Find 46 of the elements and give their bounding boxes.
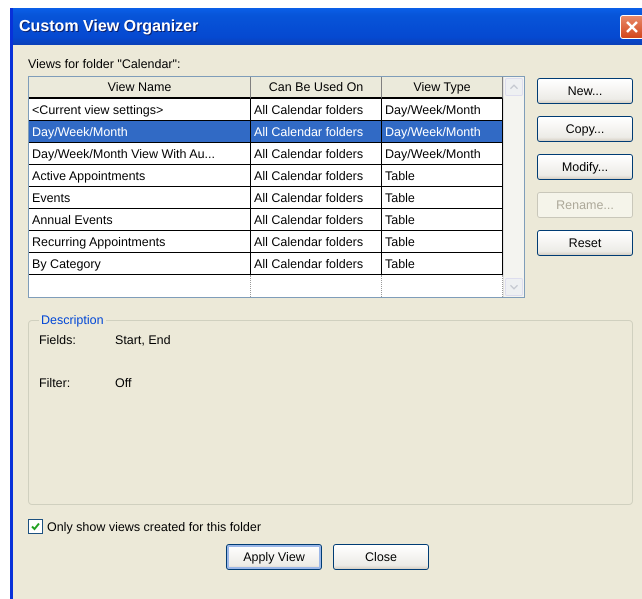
scroll-up-icon[interactable] [505,78,523,96]
table-cell: All Calendar folders [251,231,382,253]
close-icon [625,20,639,34]
column-header[interactable]: View Type [382,77,503,99]
table-cell: Active Appointments [29,165,251,187]
table-cell: All Calendar folders [251,253,382,275]
side-button[interactable]: Reset [537,230,633,256]
side-button[interactable]: Modify... [537,154,633,180]
field-label: Filter: [39,376,72,390]
check-icon [30,521,41,532]
field-value: Off [115,376,132,390]
table-cell: Annual Events [29,209,251,231]
checkbox-label[interactable]: Only show views created for this folder [47,520,261,534]
table-cell: All Calendar folders [251,143,382,165]
table-cell: All Calendar folders [251,209,382,231]
table-cell: All Calendar folders [251,165,382,187]
window-title: Custom View Organizer [19,18,198,36]
views-label: Views for folder "Calendar": [28,57,182,71]
table-cell: All Calendar folders [251,187,382,209]
checkbox[interactable] [28,519,43,534]
field-label: Fields: [39,333,77,347]
table-cell: By Category [29,253,251,275]
side-button[interactable]: Copy... [537,116,633,142]
close-button[interactable] [620,14,642,38]
table-row[interactable]: Recurring Appointments All Calendar folders Table [29,231,503,253]
field-value: Start, End [115,333,171,347]
table-cell: Day/Week/Month View With Au... [29,143,251,165]
side-button[interactable]: New... [537,78,633,104]
table-row[interactable]: Day/Week/Month View With Au... All Calendar folders Day/Week/Month [29,143,503,165]
dialog-button[interactable]: Apply View [226,544,322,570]
table-row[interactable]: Active Appointments All Calendar folders Table [29,165,503,187]
table-row[interactable]: Annual Events All Calendar folders Table [29,209,503,231]
table-cell: Recurring Appointments [29,231,251,253]
column-header[interactable]: Can Be Used On [251,77,382,99]
table-cell: All Calendar folders [251,121,382,143]
column-header[interactable]: View Name [29,77,251,99]
table-cell: Events [29,187,251,209]
table-row[interactable]: By Category All Calendar folders Table [29,253,503,275]
scroll-down-icon[interactable] [505,278,523,296]
table-row[interactable]: Events All Calendar folders Table [29,187,503,209]
table-cell: Day/Week/Month [382,121,503,143]
scrollbar[interactable] [503,77,524,297]
table-row[interactable]: Day/Week/Month All Calendar folders Day/Week/Month [29,121,503,143]
dialog-button[interactable]: Close [333,544,429,570]
group-title: Description [40,313,105,327]
table-cell: Day/Week/Month [29,121,251,143]
